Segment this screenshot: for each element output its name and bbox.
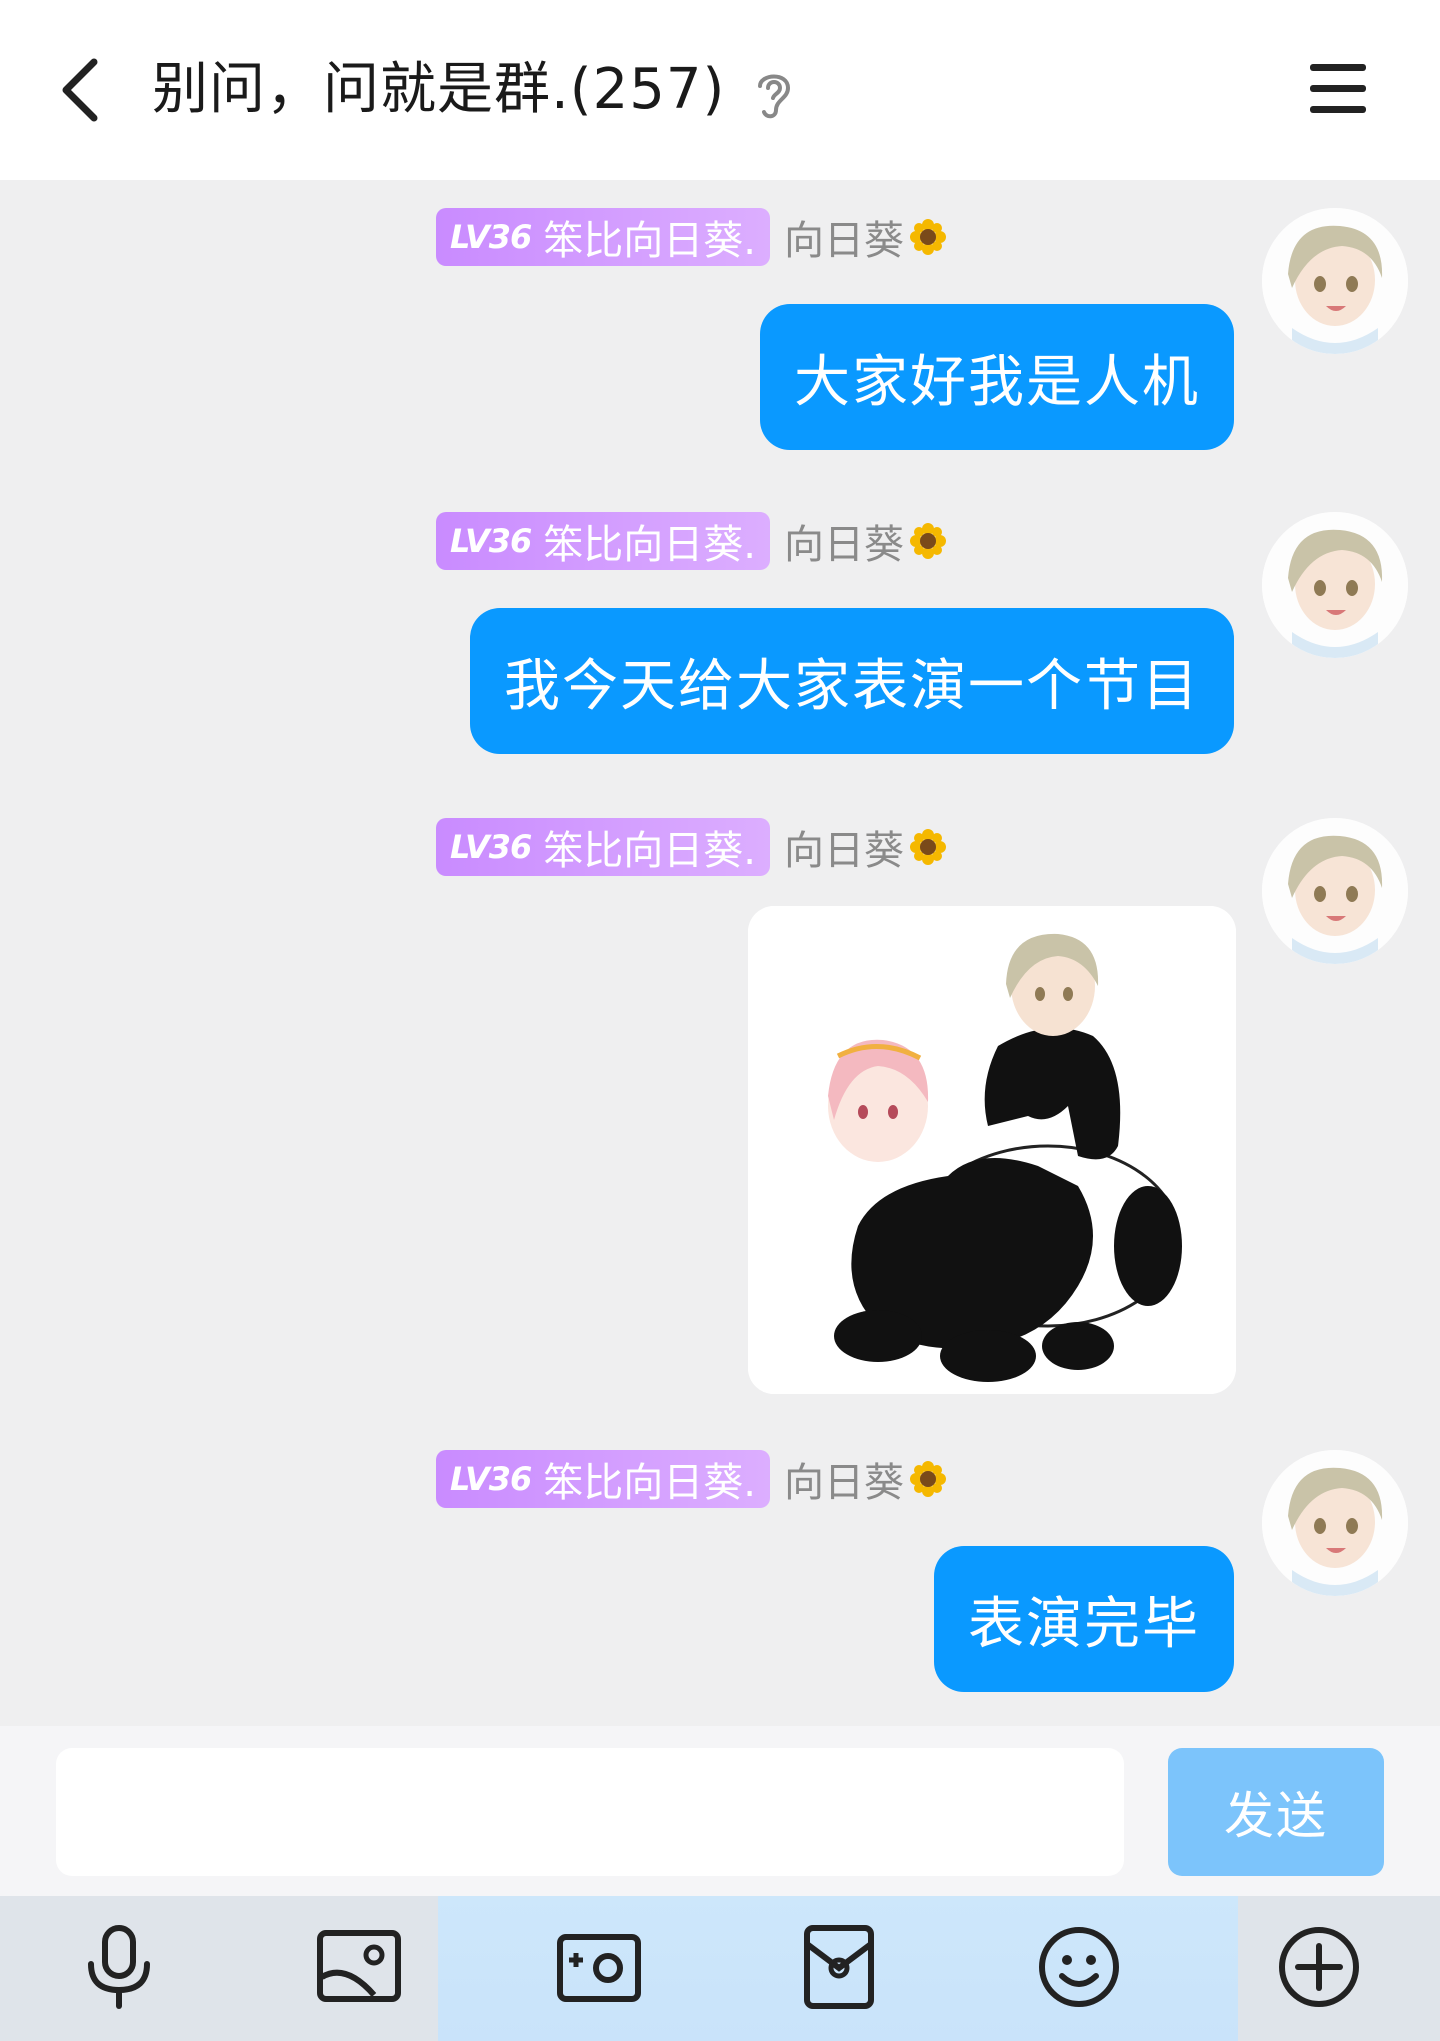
more-button[interactable] bbox=[1274, 1922, 1364, 2012]
camera-icon bbox=[557, 1934, 641, 2002]
avatar[interactable] bbox=[1262, 512, 1408, 658]
title-label: 笨比向日葵. bbox=[543, 828, 756, 874]
title-label: 笨比向日葵. bbox=[543, 218, 756, 264]
sender-name[interactable]: 向日葵 bbox=[784, 208, 948, 266]
camera-button[interactable] bbox=[554, 1922, 644, 2012]
send-button[interactable]: 发送 bbox=[1168, 1748, 1384, 1876]
red-packet-button[interactable] bbox=[794, 1922, 884, 2012]
level-label: LV36 bbox=[450, 522, 532, 560]
sender-label: 向日葵 bbox=[784, 522, 904, 568]
sender-name[interactable]: 向日葵 bbox=[784, 818, 948, 876]
message-meta: LV36 笨比向日葵. 向日葵 bbox=[436, 1450, 948, 1508]
avatar[interactable] bbox=[1262, 818, 1408, 964]
member-title-badge: LV36 笨比向日葵. bbox=[436, 208, 770, 266]
sunflower-icon bbox=[910, 829, 946, 865]
level-label: LV36 bbox=[450, 1460, 532, 1498]
level-label: LV36 bbox=[450, 828, 532, 866]
message-bubble[interactable]: 大家好我是人机 bbox=[760, 304, 1234, 450]
member-title-badge: LV36 笨比向日葵. bbox=[436, 512, 770, 570]
voice-button[interactable] bbox=[74, 1922, 164, 2012]
sender-name[interactable]: 向日葵 bbox=[784, 512, 948, 570]
title-label: 笨比向日葵. bbox=[543, 1460, 756, 1506]
ear-icon[interactable] bbox=[752, 66, 796, 122]
sender-name[interactable]: 向日葵 bbox=[784, 1450, 948, 1508]
avatar[interactable] bbox=[1262, 1450, 1408, 1596]
member-title-badge: LV36 笨比向日葵. bbox=[436, 1450, 770, 1508]
sender-label: 向日葵 bbox=[784, 218, 904, 264]
title-label: 笨比向日葵. bbox=[543, 522, 756, 568]
sender-label: 向日葵 bbox=[784, 828, 904, 874]
hamburger-menu-icon bbox=[1310, 64, 1366, 113]
sunflower-icon bbox=[910, 219, 946, 255]
chat-header: 别问，问就是群.(257) bbox=[0, 0, 1440, 180]
emoji-button[interactable] bbox=[1034, 1922, 1124, 2012]
message-bubble[interactable]: 我今天给大家表演一个节目 bbox=[470, 608, 1234, 754]
menu-button[interactable] bbox=[1306, 60, 1370, 118]
image-message[interactable] bbox=[748, 906, 1236, 1394]
level-label: LV36 bbox=[450, 218, 532, 256]
message-input[interactable] bbox=[56, 1748, 1124, 1876]
chevron-left-icon bbox=[62, 58, 98, 122]
sunflower-icon bbox=[910, 1461, 946, 1497]
emoji-icon bbox=[1039, 1927, 1119, 2007]
bottom-toolbar bbox=[0, 1896, 1440, 2041]
plus-icon bbox=[1279, 1927, 1359, 2007]
message-meta: LV36 笨比向日葵. 向日葵 bbox=[436, 818, 948, 876]
sunflower-icon bbox=[910, 523, 946, 559]
photo-button[interactable] bbox=[314, 1922, 404, 2012]
input-bar: 发送 bbox=[0, 1726, 1440, 1896]
chat-title: 别问，问就是群.(257) bbox=[152, 57, 726, 122]
red-packet-icon bbox=[804, 1925, 874, 2009]
member-title-badge: LV36 笨比向日葵. bbox=[436, 818, 770, 876]
message-meta: LV36 笨比向日葵. 向日葵 bbox=[436, 512, 948, 570]
message-bubble[interactable]: 表演完毕 bbox=[934, 1546, 1234, 1692]
avatar[interactable] bbox=[1262, 208, 1408, 354]
microphone-icon bbox=[88, 1925, 150, 2009]
message-meta: LV36 笨比向日葵. 向日葵 bbox=[436, 208, 948, 266]
image-icon bbox=[317, 1930, 401, 2002]
back-button[interactable] bbox=[52, 50, 112, 130]
sticker-image bbox=[748, 906, 1236, 1394]
sender-label: 向日葵 bbox=[784, 1460, 904, 1506]
